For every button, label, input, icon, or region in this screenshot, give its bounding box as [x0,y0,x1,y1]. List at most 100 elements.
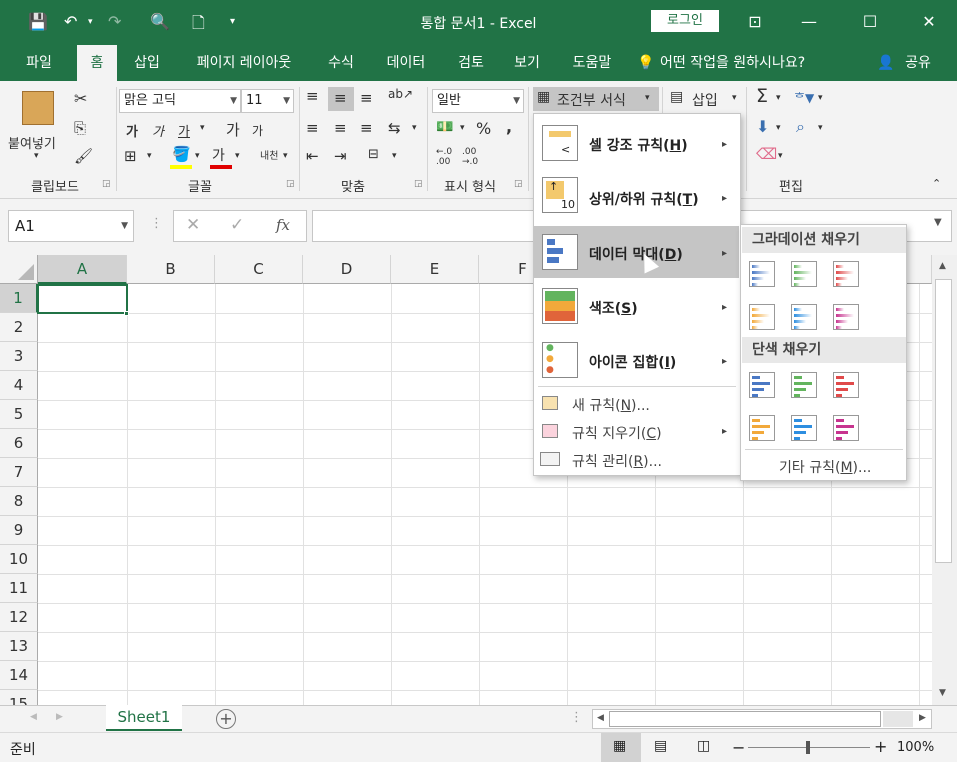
ribbon-display-icon[interactable]: ⊡ [740,8,770,36]
clear-icon[interactable]: ⌫ [756,145,777,163]
collapse-ribbon-icon[interactable]: ⌃ [932,177,941,190]
page-layout-view-icon[interactable]: ▤ [654,738,667,754]
tab-file[interactable]: 파일 [14,45,64,81]
fill-handle[interactable] [124,311,129,316]
percent-button[interactable]: % [476,119,491,138]
borders-dropdown-icon[interactable]: ▾ [147,151,152,161]
phonetic-dropdown-icon[interactable]: ▾ [283,151,288,161]
share-button[interactable]: 공유 [898,45,938,81]
paste-icon[interactable] [22,91,54,125]
menu-item-data-bars[interactable]: 데이터 막대(D) ▸ [534,226,739,278]
undo-icon[interactable]: ↶ [64,12,77,31]
solid-data-bar-option[interactable] [749,372,775,398]
row-header-13[interactable]: 13 [0,632,38,661]
underline-dropdown-icon[interactable]: ▾ [200,123,205,133]
tab-help[interactable]: 도움말 [562,45,622,81]
merge-icon[interactable]: ⊟ [368,147,379,162]
cancel-icon[interactable]: ✕ [186,215,200,235]
close-icon[interactable]: ✕ [914,8,944,36]
fill-icon[interactable]: ⬇ [756,117,769,136]
comma-button[interactable]: , [506,117,512,136]
next-sheet-icon[interactable]: ▶ [56,712,63,722]
gradient-data-bar-option[interactable] [749,261,775,287]
decrease-indent-icon[interactable]: ⇤ [306,147,319,165]
redo-icon[interactable]: ↷ [108,12,121,31]
insert-dropdown-icon[interactable]: ▾ [732,93,737,103]
menu-item-highlight-cells[interactable]: < 셀 강조 규칙(H) ▸ [534,117,739,169]
orientation-icon[interactable]: ab↗ [388,87,413,101]
column-header-B[interactable]: B [127,255,215,284]
menu-item-icon-sets[interactable]: ● ● ● 아이콘 집합(I) ▸ [534,334,739,386]
gradient-data-bar-option[interactable] [833,261,859,287]
zoom-slider-thumb[interactable] [806,741,810,754]
zoom-in-button[interactable]: + [874,737,887,756]
menu-item-manage-rules[interactable]: 규칙 관리(R)... [534,446,739,474]
autosum-icon[interactable]: Σ [756,85,768,107]
horizontal-scrollbar[interactable]: ◀ ▶ [592,709,932,729]
print-preview-icon[interactable]: 🔍 [150,12,170,31]
row-header-10[interactable]: 10 [0,545,38,574]
fill-color-icon[interactable]: 🪣 [172,145,191,163]
align-bottom-icon[interactable]: ≡ [360,89,373,107]
currency-icon[interactable]: 💵 [436,119,453,135]
insert-cells-icon[interactable]: ▤ [670,89,683,105]
normal-view-button[interactable]: ▦ [601,733,641,762]
row-header-12[interactable]: 12 [0,603,38,632]
row-header-15[interactable]: 15 [0,690,38,705]
scroll-up-icon[interactable]: ▲ [939,261,946,271]
align-center-icon[interactable]: ≡ [334,119,347,137]
align-middle-button[interactable]: ≡ [328,87,354,111]
align-right-icon[interactable]: ≡ [360,119,373,137]
paste-dropdown-icon[interactable]: ▾ [34,151,39,161]
sort-dropdown-icon[interactable]: ▾ [818,93,823,103]
page-break-view-icon[interactable]: ◫ [697,738,710,754]
font-color-dropdown-icon[interactable]: ▾ [235,151,240,161]
scroll-thumb[interactable] [935,279,952,563]
grow-font-button[interactable]: 가 [226,119,240,140]
expand-formula-icon[interactable]: ▼ [934,217,942,228]
row-header-3[interactable]: 3 [0,342,38,371]
hscroll-thumb[interactable] [609,711,881,727]
align-top-icon[interactable]: ≡ [306,87,319,105]
align-left-icon[interactable]: ≡ [306,119,319,137]
customize-qat-icon[interactable]: ▾ [230,16,235,27]
row-header-11[interactable]: 11 [0,574,38,603]
bold-button[interactable]: 가 [126,121,138,140]
add-sheet-button[interactable]: + [216,709,236,729]
number-format-combo[interactable]: 일반 ▼ [432,89,524,113]
sheet-tab-sheet1[interactable]: Sheet1 [106,705,182,731]
autosum-dropdown-icon[interactable]: ▾ [776,93,781,103]
gradient-data-bar-option[interactable] [749,304,775,330]
italic-button[interactable]: 가 [152,121,164,140]
tell-me-input[interactable]: 어떤 작업을 원하시나요? [660,45,840,81]
alignment-launcher-icon[interactable]: ◲ [414,179,423,189]
menu-item-color-scales[interactable]: 색조(S) ▸ [534,280,739,332]
row-header-8[interactable]: 8 [0,487,38,516]
fill-dropdown-icon[interactable]: ▾ [776,123,781,133]
number-launcher-icon[interactable]: ◲ [514,179,523,189]
gradient-data-bar-option[interactable] [833,304,859,330]
font-size-combo[interactable]: 11 ▼ [241,89,294,113]
merge-dropdown-icon[interactable]: ▾ [392,151,397,161]
active-cell-A1[interactable] [37,284,128,314]
cut-icon[interactable]: ✂ [74,89,87,108]
tab-formulas[interactable]: 수식 [318,45,364,81]
gradient-data-bar-option[interactable] [791,261,817,287]
row-header-2[interactable]: 2 [0,313,38,342]
tab-view[interactable]: 보기 [504,45,550,81]
wrap-dropdown-icon[interactable]: ▾ [412,123,417,133]
row-header-4[interactable]: 4 [0,371,38,400]
tab-insert[interactable]: 삽입 [124,45,170,81]
undo-dropdown-icon[interactable]: ▾ [88,17,93,27]
solid-data-bar-option[interactable] [749,415,775,441]
more-rules-item[interactable]: 기타 규칙(M)... [779,457,871,477]
increase-indent-icon[interactable]: ⇥ [334,147,347,165]
splitter-icon[interactable]: ⋮ [570,710,583,725]
solid-data-bar-option[interactable] [791,415,817,441]
insert-function-icon[interactable]: fx [276,216,290,234]
scroll-down-icon[interactable]: ▼ [939,688,946,698]
insert-cells-button[interactable]: 삽입 [692,90,718,110]
sort-filter-icon[interactable]: ᄒ▼ [794,89,814,106]
enter-icon[interactable]: ✓ [230,215,244,235]
zoom-out-button[interactable]: − [732,738,745,757]
